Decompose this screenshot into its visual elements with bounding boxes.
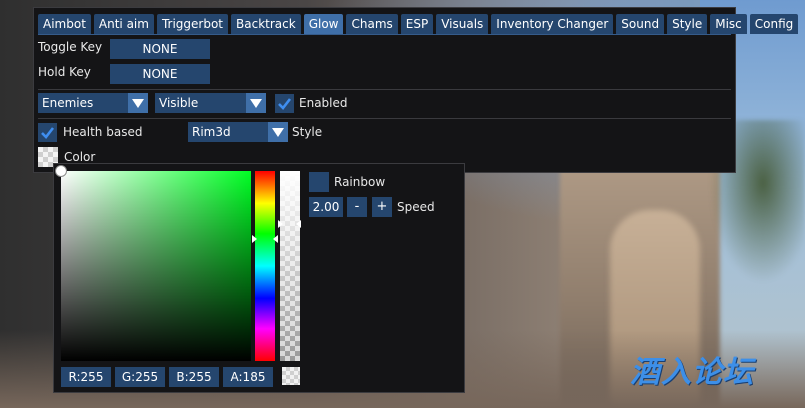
style-label: Style	[292, 125, 323, 139]
separator	[38, 89, 731, 90]
checkmark-icon	[278, 98, 292, 110]
tab-aimbot[interactable]: Aimbot	[38, 14, 91, 34]
alpha-marker-left	[278, 220, 283, 228]
alpha-value-field[interactable]: A:185	[223, 367, 273, 387]
health-based-label: Health based	[63, 125, 143, 139]
speed-label: Speed	[397, 200, 435, 214]
style-dropdown[interactable]: Rim3d	[188, 122, 288, 142]
alpha-marker-right	[296, 220, 301, 228]
visibility-dropdown[interactable]: Visible	[155, 93, 266, 113]
tab-config[interactable]: Config	[749, 14, 799, 34]
style-dropdown-value: Rim3d	[192, 125, 231, 139]
tab-bar: Aimbot Anti aim Triggerbot Backtrack Glo…	[38, 14, 799, 34]
green-value-field[interactable]: G:255	[115, 367, 165, 387]
speed-decrement-button[interactable]: -	[347, 197, 367, 217]
color-label: Color	[64, 150, 96, 164]
tab-inventory-changer[interactable]: Inventory Changer	[491, 14, 614, 34]
visibility-dropdown-value: Visible	[159, 96, 199, 110]
speed-value-field[interactable]: 2.00	[309, 197, 343, 217]
blue-value-field[interactable]: B:255	[169, 367, 219, 387]
category-dropdown[interactable]: Enemies	[38, 93, 148, 113]
color-picker-popup: R:255 G:255 B:255 A:185 Rainbow 2.00 - +…	[53, 163, 465, 393]
chevron-down-icon	[128, 93, 148, 113]
enabled-label: Enabled	[299, 96, 348, 110]
red-value-field[interactable]: R:255	[61, 367, 111, 387]
chevron-down-icon	[246, 93, 266, 113]
tab-chams[interactable]: Chams	[346, 14, 398, 34]
hue-marker-left	[252, 235, 257, 243]
tab-misc[interactable]: Misc	[710, 14, 747, 34]
health-based-checkbox[interactable]	[38, 123, 57, 142]
tab-esp[interactable]: ESP	[400, 14, 434, 34]
chevron-down-icon	[268, 122, 288, 142]
rainbow-checkbox[interactable]	[309, 172, 329, 192]
watermark-logo: 酒入论坛	[630, 355, 754, 390]
hold-key-button[interactable]: NONE	[110, 64, 210, 84]
speed-increment-button[interactable]: +	[372, 197, 392, 217]
toggle-key-button[interactable]: NONE	[110, 39, 210, 59]
checkmark-icon	[41, 127, 55, 139]
tab-underline	[38, 34, 731, 35]
tab-glow[interactable]: Glow	[303, 14, 344, 34]
rainbow-label: Rainbow	[334, 175, 386, 189]
tab-style[interactable]: Style	[667, 14, 708, 34]
enabled-checkbox[interactable]	[275, 94, 294, 113]
tab-backtrack[interactable]: Backtrack	[231, 14, 301, 34]
hue-slider[interactable]	[255, 171, 275, 361]
hold-key-label: Hold Key	[38, 65, 91, 79]
alpha-slider[interactable]	[280, 171, 300, 361]
current-color-preview	[282, 367, 300, 385]
tab-anti-aim[interactable]: Anti aim	[93, 14, 154, 34]
category-dropdown-value: Enemies	[42, 96, 94, 110]
tab-triggerbot[interactable]: Triggerbot	[156, 14, 229, 34]
tab-sound[interactable]: Sound	[616, 14, 665, 34]
tab-visuals[interactable]: Visuals	[436, 14, 489, 34]
separator	[38, 118, 731, 119]
saturation-value-area[interactable]	[61, 171, 251, 361]
menu-window: Aimbot Anti aim Triggerbot Backtrack Glo…	[33, 7, 799, 173]
saturation-value-handle[interactable]	[55, 165, 67, 177]
toggle-key-label: Toggle Key	[38, 40, 103, 54]
hue-marker-right	[273, 235, 278, 243]
